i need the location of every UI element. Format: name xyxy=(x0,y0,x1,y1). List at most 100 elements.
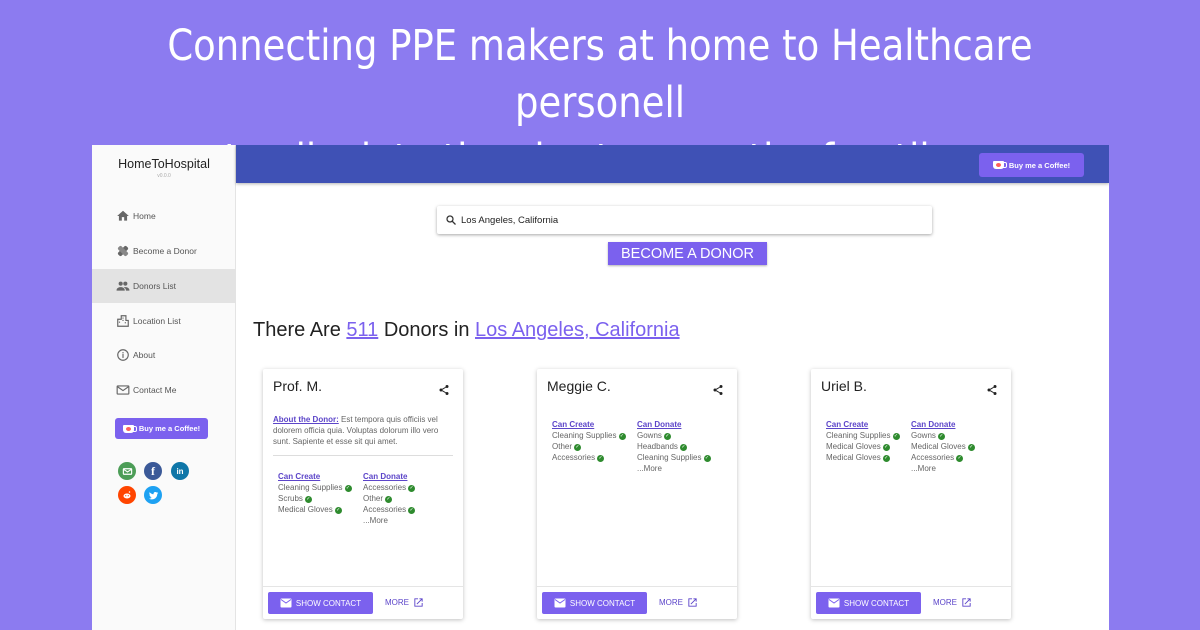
twitter-icon[interactable] xyxy=(144,486,162,504)
show-contact-button[interactable]: SHOW CONTACT xyxy=(816,592,921,614)
donor-card: Meggie C. Can Create Cleaning Supplies ✓ … xyxy=(537,369,737,619)
main-content: BECOME A DONOR There Are 511 Donors in L… xyxy=(236,183,1109,630)
list-item: Other ✓ xyxy=(363,494,393,503)
linkedin-icon[interactable]: in xyxy=(171,462,189,480)
can-create-list: Can Create Cleaning Supplies ✓ Scrubs ✓ Me… xyxy=(278,471,352,515)
about-donor: About the Donor: Est tempora quis offici… xyxy=(273,414,453,447)
app-title[interactable]: HomeToHospital xyxy=(92,157,236,171)
email-icon[interactable] xyxy=(118,462,136,480)
list-item: Cleaning Supplies ✓ xyxy=(552,431,626,440)
share-icon[interactable] xyxy=(438,384,450,396)
donor-name: Uriel B. xyxy=(821,378,867,394)
sidebar-item-label: Donors List xyxy=(133,281,176,291)
check-icon: ✓ xyxy=(703,455,711,462)
sidebar-item-become-donor[interactable]: Become a Donor xyxy=(92,234,236,268)
check-icon: ✓ xyxy=(597,455,605,462)
donor-count-heading: There Are 511 Donors in Los Angeles, Cal… xyxy=(253,319,680,342)
can-create-heading[interactable]: Can Create xyxy=(826,419,900,430)
list-item: Scrubs ✓ xyxy=(278,494,312,503)
sidebar-item-label: Home xyxy=(133,211,156,221)
more-label: MORE xyxy=(659,598,683,607)
open-in-new-icon xyxy=(688,598,697,607)
can-donate-heading[interactable]: Can Donate xyxy=(637,419,711,430)
sidebar-item-location-list[interactable]: Location List xyxy=(92,304,236,338)
sidebar-item-donors-list[interactable]: Donors List xyxy=(92,269,236,303)
can-donate-heading[interactable]: Can Donate xyxy=(911,419,975,430)
coffee-cup-icon xyxy=(122,424,137,433)
city-icon xyxy=(116,314,130,328)
app-window: HomeToHospital v0.0.0 Home Become a Dono… xyxy=(92,145,1109,630)
facebook-icon[interactable]: f xyxy=(144,462,162,480)
sidebar-item-label: Contact Me xyxy=(133,385,177,395)
share-icon[interactable] xyxy=(712,384,724,396)
heading-middle: Donors in xyxy=(383,319,470,341)
sidebar-item-label: Become a Donor xyxy=(133,246,197,256)
donor-count-link[interactable]: 511 xyxy=(346,319,378,341)
sidebar-item-label: Location List xyxy=(133,316,181,326)
more-items-text: ...More xyxy=(637,464,662,473)
check-icon: ✓ xyxy=(882,455,890,462)
coffee-cup-icon xyxy=(992,161,1007,169)
more-items-text: ...More xyxy=(911,464,936,473)
show-contact-label: SHOW CONTACT xyxy=(295,598,362,608)
sidebar-item-home[interactable]: Home xyxy=(92,199,236,233)
app-version: v0.0.0 xyxy=(157,173,171,179)
more-link[interactable]: MORE xyxy=(933,597,972,608)
check-icon: ✓ xyxy=(408,507,416,514)
more-items-text: ...More xyxy=(363,516,388,525)
list-item: Medical Gloves ✓ xyxy=(826,453,890,462)
list-item: Cleaning Supplies ✓ xyxy=(826,431,900,440)
check-icon: ✓ xyxy=(892,433,900,440)
check-icon: ✓ xyxy=(574,444,582,451)
can-donate-list: Can Donate Gowns ✓ Headbands ✓ Cleaning Su… xyxy=(637,419,711,474)
buy-coffee-button[interactable]: Buy me a Coffee! xyxy=(115,418,208,439)
reddit-icon[interactable] xyxy=(118,486,136,504)
more-link[interactable]: MORE xyxy=(385,597,424,608)
show-contact-button[interactable]: SHOW CONTACT xyxy=(268,592,373,614)
check-icon: ✓ xyxy=(967,444,975,451)
can-create-heading[interactable]: Can Create xyxy=(552,419,626,430)
headline-line-1: Connecting PPE makers at home to Healthc… xyxy=(167,21,1033,128)
open-in-new-icon xyxy=(962,598,971,607)
check-icon: ✓ xyxy=(663,433,671,440)
location-search-input[interactable] xyxy=(461,214,901,226)
more-link[interactable]: MORE xyxy=(659,597,698,608)
location-link[interactable]: Los Angeles, California xyxy=(475,319,680,341)
donor-card: Uriel B. Can Create Cleaning Supplies ✓ M… xyxy=(811,369,1011,619)
app-bar: Buy me a Coffee! xyxy=(236,145,1109,183)
location-search[interactable] xyxy=(437,206,932,234)
list-item: Accessories ✓ xyxy=(363,483,416,492)
show-contact-button[interactable]: SHOW CONTACT xyxy=(542,592,647,614)
list-item: Gowns ✓ xyxy=(637,431,671,440)
mail-icon xyxy=(280,598,292,608)
list-item: Cleaning Supplies ✓ xyxy=(637,453,711,462)
can-create-list: Can Create Cleaning Supplies ✓ Other ✓ Acc… xyxy=(552,419,626,463)
sidebar: HomeToHospital v0.0.0 Home Become a Dono… xyxy=(92,145,236,630)
sidebar-item-contact[interactable]: Contact Me xyxy=(92,373,236,407)
show-contact-label: SHOW CONTACT xyxy=(569,598,636,608)
donor-name: Meggie C. xyxy=(547,378,611,394)
about-donor-label[interactable]: About the Donor: xyxy=(273,415,339,424)
can-donate-heading[interactable]: Can Donate xyxy=(363,471,415,482)
donor-card: Prof. M. About the Donor: Est tempora qu… xyxy=(263,369,463,619)
check-icon: ✓ xyxy=(956,455,964,462)
can-create-list: Can Create Cleaning Supplies ✓ Medical Gl… xyxy=(826,419,900,463)
become-donor-button[interactable]: BECOME A DONOR xyxy=(608,242,767,265)
card-actions: SHOW CONTACT MORE xyxy=(537,586,737,619)
share-icon[interactable] xyxy=(986,384,998,396)
mail-icon xyxy=(116,383,130,397)
buy-coffee-button-header[interactable]: Buy me a Coffee! xyxy=(979,153,1084,177)
check-icon: ✓ xyxy=(344,485,352,492)
search-icon xyxy=(446,215,456,225)
more-label: MORE xyxy=(385,598,409,607)
list-item: Cleaning Supplies ✓ xyxy=(278,483,352,492)
donor-name: Prof. M. xyxy=(273,378,323,394)
card-actions: SHOW CONTACT MORE xyxy=(811,586,1011,619)
list-item: Accessories ✓ xyxy=(363,505,416,514)
card-actions: SHOW CONTACT MORE xyxy=(263,586,463,619)
home-icon xyxy=(116,209,130,223)
can-create-heading[interactable]: Can Create xyxy=(278,471,352,482)
heading-prefix: There Are xyxy=(253,319,341,341)
list-item: Headbands ✓ xyxy=(637,442,687,451)
sidebar-item-about[interactable]: About xyxy=(92,338,236,372)
